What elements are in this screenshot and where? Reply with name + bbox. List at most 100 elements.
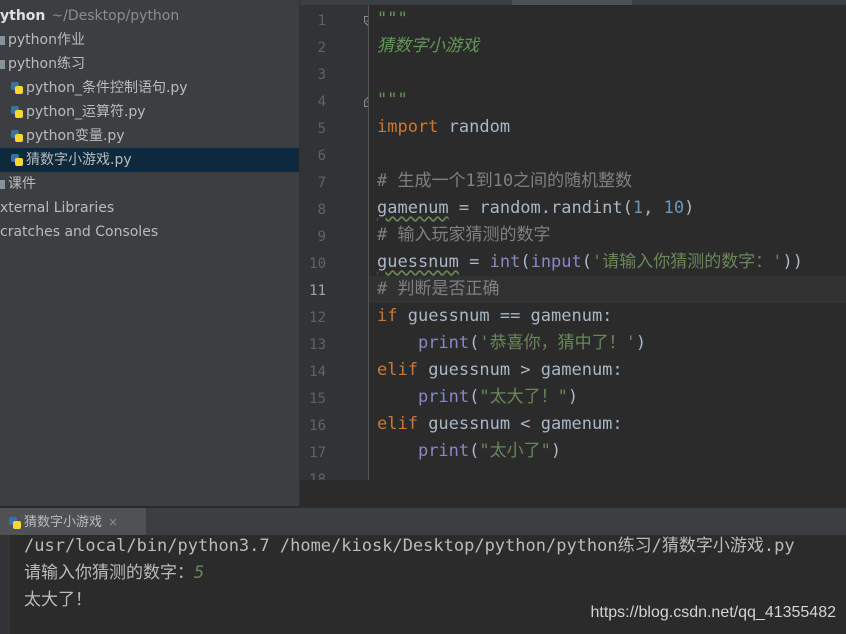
run-tab-label: 猜数字小游戏 [24,515,103,530]
code-token: random [438,117,511,137]
code-token: ( [520,252,531,272]
tree-item-label: python_运算符.py [26,104,146,120]
tree-item-file[interactable]: python变量.py [0,124,299,148]
code-line-1: """ [377,9,408,29]
code-token: ) [550,441,562,461]
project-root-name: ython [0,8,46,24]
line-number: 14 [309,364,326,380]
python-file-icon [10,81,24,95]
code-token: ( [581,252,593,272]
code-token: '请输入你猜测的数字：' [592,252,783,272]
code-token: elif [377,360,418,380]
line-number: 16 [309,418,326,434]
python-file-icon [10,105,24,119]
line-number: 9 [317,229,326,245]
tree-item-label: python作业 [8,32,85,48]
project-panel-bottom [0,480,300,506]
console-prompt: 请输入你猜测的数字： [24,563,194,583]
code-token: = [458,252,490,272]
project-root[interactable]: ython ~/Desktop/python [0,4,299,28]
tree-item-courseware[interactable]: 课件 [0,172,299,196]
code-token: guessnum < gamenum: [417,414,623,434]
code-line-9: # 输入玩家猜测的数字 [377,225,551,245]
run-tab[interactable]: 猜数字小游戏 × [0,508,146,536]
code-line-10: guessnum = int(input('请输入你猜测的数字：')) [377,249,803,276]
code-line-7: # 生成一个1到10之间的随机整数 [377,171,633,191]
line-number-current: 11 [309,283,326,299]
watermark: https://blog.csdn.net/qq_41355482 [590,604,836,621]
tree-item-label: 课件 [8,176,36,192]
code-line-17: print("太小了") [377,438,561,465]
code-token: '恭喜你，猜中了！' [479,333,636,353]
tree-item-python-homework[interactable]: python作业 [0,28,299,52]
folder-icon [0,35,5,45]
tree-item-scratches[interactable]: cratches and Consoles [0,220,299,244]
project-panel: ython ~/Desktop/python python作业 python练习 … [0,0,300,506]
line-number: 3 [317,67,326,83]
code-token: ( [469,387,480,407]
tree-item-label: xternal Libraries [0,200,115,216]
line-number: 5 [317,121,326,137]
console-result: 太大了！ [24,590,92,610]
code-line-2: 猜数字小游戏 [377,36,479,56]
code-token: ) [635,333,647,353]
run-tool-header: 猜数字小游戏 × [0,507,846,536]
code-token: ) [684,198,695,218]
tree-item-label: 猜数字小游戏.py [26,152,132,168]
code-token: 1 [632,198,644,218]
python-file-icon [8,516,22,530]
code-line-13: print('恭喜你，猜中了！') [377,330,646,357]
code-token: ( [469,441,480,461]
code-token: , [643,198,664,218]
code-token: int [489,252,521,272]
code-token: import [377,117,439,137]
folder-icon [0,179,5,189]
tree-item-label: python_条件控制语句.py [26,80,188,96]
line-number: 17 [309,445,326,461]
code-token: print [417,441,470,461]
console-input-value: 5 [194,563,205,583]
code-token: if [377,306,398,326]
line-number: 8 [317,202,326,218]
tree-item-file[interactable]: python_运算符.py [0,100,299,124]
code-line-15: print("太大了！") [377,384,578,411]
line-number: 6 [317,148,326,164]
code-token: guessnum > gamenum: [417,360,623,380]
tree-item-python-practice[interactable]: python练习 [0,52,299,76]
code-line-4: """ [377,90,408,110]
code-line-5: import random [377,114,510,141]
code-token: input [530,252,582,272]
tree-item-file[interactable]: python_条件控制语句.py [0,76,299,100]
code-line-11: # 判断是否正确 [377,279,500,299]
close-icon[interactable]: × [108,515,118,529]
project-root-path: ~/Desktop/python [51,8,180,24]
code-token: guessnum [377,252,459,272]
folder-icon [0,59,5,69]
line-number: 7 [317,175,326,191]
python-file-icon [10,153,24,167]
code-token: )) [782,252,803,272]
gutter-divider [368,5,369,480]
code-token: gamenum [377,198,449,218]
code-token: 10 [663,198,685,218]
line-number: 12 [309,310,326,326]
code-line-8: gamenum = random.randint(1, 10) [377,195,694,222]
tree-item-label: cratches and Consoles [0,224,159,240]
tree-item-label: python变量.py [26,128,125,144]
code-token: "太小了" [479,441,551,461]
tree-item-external-libraries[interactable]: xternal Libraries [0,196,299,220]
tree-item-file-selected[interactable]: 猜数字小游戏.py [0,148,299,172]
tree-item-label: python练习 [8,56,85,72]
code-token: ) [567,387,579,407]
console-prompt-line: 请输入你猜测的数字：5 [24,560,204,587]
python-file-icon [10,129,24,143]
line-number: 10 [309,256,326,272]
line-number: 15 [309,391,326,407]
code-token: print [417,333,470,353]
line-number: 1 [317,13,326,29]
line-number: 13 [309,337,326,353]
code-token: elif [377,414,418,434]
